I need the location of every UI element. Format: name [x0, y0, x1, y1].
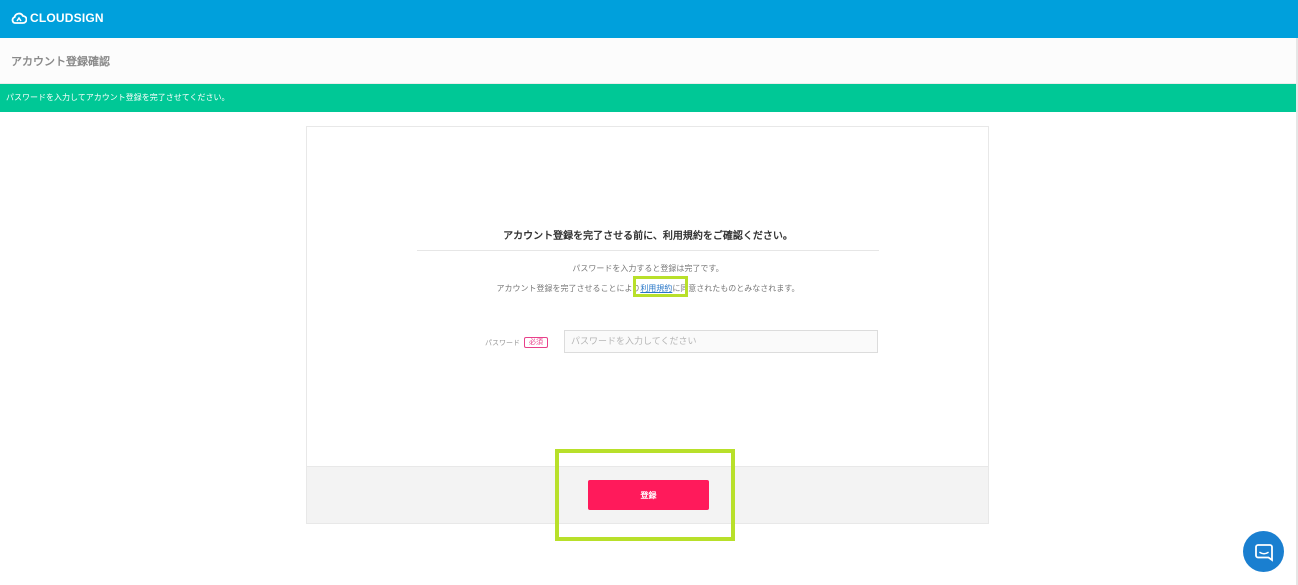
top-bar: CLOUDSIGN	[0, 0, 1298, 38]
terms-text-prefix: アカウント登録を完了させることにより	[496, 284, 641, 293]
card-heading: アカウント登録を完了させる前に、利用規約をご確認ください。	[503, 231, 793, 242]
required-badge: 必須	[524, 337, 548, 348]
terms-of-service-link[interactable]: 利用規約	[640, 284, 672, 293]
chat-launcher-button[interactable]	[1243, 531, 1284, 572]
chat-icon	[1254, 543, 1273, 562]
brand-name: CLOUDSIGN	[30, 11, 104, 25]
cloud-icon	[11, 12, 27, 24]
instruction-text: パスワードを入力すると登録は完了です。	[572, 264, 724, 273]
notice-message: パスワードを入力してアカウント登録を完了させてください。	[6, 93, 230, 102]
notice-banner: パスワードを入力してアカウント登録を完了させてください。	[0, 84, 1298, 112]
page-title: アカウント登録確認	[11, 55, 110, 68]
terms-agreement-text: アカウント登録を完了させることにより利用規約に同意されたものとみなされます。	[417, 283, 879, 294]
password-label: パスワード	[485, 338, 520, 347]
register-button[interactable]: 登録	[588, 480, 709, 510]
terms-text-suffix: に同意されたものとみなされます。	[672, 284, 800, 293]
cloudsign-logo[interactable]: CLOUDSIGN	[11, 11, 104, 25]
registration-card: アカウント登録を完了させる前に、利用規約をご確認ください。 パスワードを入力する…	[306, 126, 989, 524]
heading-divider	[417, 250, 879, 251]
page-header: アカウント登録確認	[0, 38, 1298, 84]
password-label-group: パスワード 必須	[485, 337, 548, 348]
password-input[interactable]	[564, 330, 878, 353]
